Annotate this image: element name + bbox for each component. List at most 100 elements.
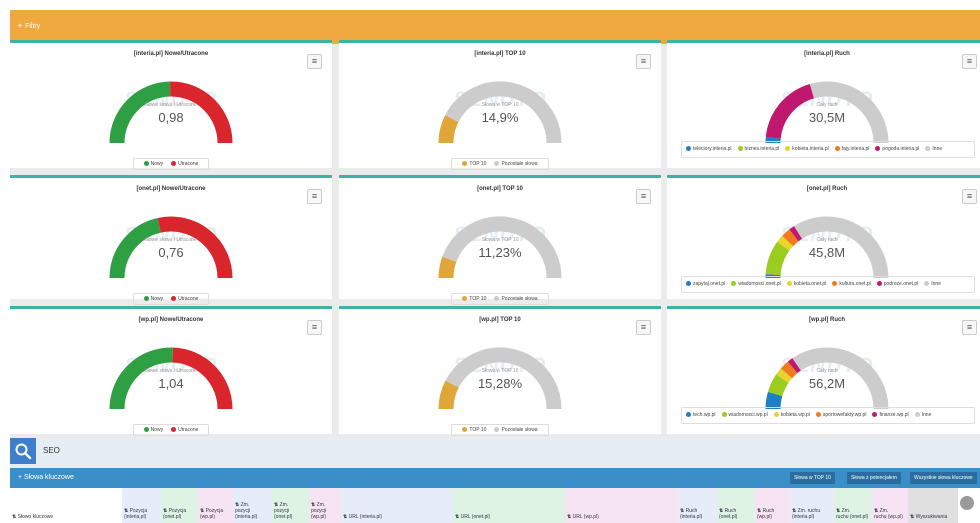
- legend-item[interactable]: TOP 10: [462, 427, 486, 433]
- legend-item[interactable]: finanse.wp.pl: [872, 411, 909, 420]
- legend-item[interactable]: kultura.onet.pl: [832, 280, 871, 289]
- legend-item[interactable]: Pozostałe słowa: [494, 161, 538, 167]
- legend-item[interactable]: biznes.interia.pl: [737, 145, 779, 154]
- gauge-label: Cały ruch: [816, 237, 838, 243]
- top10-keywords-button[interactable]: Słowa w TOP 10: [790, 472, 835, 484]
- column-header[interactable]: ⇅ Zm. pozycji (interia.pl): [233, 488, 272, 523]
- legend-dot-icon: [143, 427, 149, 433]
- legend-item[interactable]: Pozostałe słowa: [494, 296, 538, 302]
- legend-item[interactable]: Pozostałe słowa: [494, 427, 538, 433]
- legend-label: kultura.onet.pl: [839, 281, 871, 287]
- legend-item[interactable]: kobieta.wp.pl: [773, 411, 810, 420]
- legend-item[interactable]: Utracone: [171, 296, 198, 302]
- gauge-value: 0,98: [158, 110, 184, 125]
- gauge-segment[interactable]: [438, 256, 457, 279]
- legend-item[interactable]: sportowefakty.wp.pl: [815, 411, 867, 420]
- hamburger-menu-icon[interactable]: ≡: [962, 189, 977, 204]
- legend-item[interactable]: Nowy: [143, 427, 163, 433]
- column-header[interactable]: ⇅ URL (wp.pl): [565, 488, 678, 523]
- column-header-line2: (interia.pl): [680, 514, 703, 520]
- legend-item[interactable]: kobieta.onet.pl: [786, 280, 826, 289]
- column-header[interactable]: ⇅ Ruch (onet.pl): [717, 488, 755, 523]
- legend-item[interactable]: Nowy: [143, 161, 163, 167]
- legend-item[interactable]: TOP 10: [462, 161, 486, 167]
- column-header[interactable]: ⇅ URL (interia.pl): [341, 488, 453, 523]
- hamburger-menu-icon[interactable]: ≡: [307, 189, 322, 204]
- hamburger-menu-icon[interactable]: ≡: [962, 54, 977, 69]
- gauge-value: 45,8M: [808, 245, 846, 260]
- legend-label: wiadomosci.wp.pl: [728, 412, 768, 418]
- legend-dot-icon: [686, 281, 691, 287]
- legend-item[interactable]: pogoda.interia.pl: [875, 145, 919, 154]
- column-header-line2: ruchu (onet.pl): [836, 514, 869, 520]
- column-header[interactable]: ⇅ Zm. ruchu (interia.pl): [790, 488, 834, 523]
- gauge-segment[interactable]: [789, 226, 803, 242]
- legend-dot-icon: [686, 146, 691, 152]
- column-header[interactable]: ⇅ Wyszukiwania: [908, 488, 958, 523]
- legend-dot-icon: [462, 427, 468, 433]
- legend-label: sportowefakty.wp.pl: [822, 412, 867, 418]
- legend-dot-icon: [785, 146, 791, 152]
- legend-dot-icon: [872, 412, 878, 418]
- column-header[interactable]: ⇅ Pozycja (interia.pl): [122, 488, 161, 523]
- legend-label: Inne: [921, 412, 932, 418]
- column-header[interactable]: ⇅ Zm. pozycji (wp.pl): [309, 488, 341, 523]
- legend-item[interactable]: fajy.interia.pl: [834, 145, 869, 154]
- card-title: [wp.pl] Nowe/Utracone: [138, 317, 204, 323]
- card-title: [interia.pl] Ruch: [804, 51, 850, 57]
- gauge-card: [interia.pl] TOP 10 ≡ SENUTO Słowa w TOP 10…: [339, 40, 661, 170]
- column-header[interactable]: ⇅ Słowo kluczowe: [10, 488, 122, 523]
- column-header[interactable]: ⇅ Pozycja (onet.pl): [161, 488, 198, 523]
- seo-search-bar[interactable]: SEO: [10, 438, 980, 464]
- column-header[interactable]: ⇅ Zm. ruchu (wp.pl): [872, 488, 908, 523]
- legend-item[interactable]: wiadomosci.wp.pl: [721, 411, 768, 420]
- column-header[interactable]: ⇅ Pozycja (wp.pl): [198, 488, 233, 523]
- legend-dot-icon: [171, 296, 177, 302]
- legend-item[interactable]: Inne: [925, 145, 942, 154]
- keywords-header[interactable]: + Słowa kluczowe Słowa w TOP 10 Słowa z …: [10, 468, 980, 488]
- hamburger-menu-icon[interactable]: ≡: [636, 189, 651, 204]
- legend-item[interactable]: teleciory.interia.pl: [686, 145, 732, 154]
- legend-item[interactable]: zapytaj.onet.pl: [686, 280, 725, 289]
- legend-dot-icon: [171, 427, 177, 433]
- legend-item[interactable]: podroze.onet.pl: [876, 280, 918, 289]
- legend-item[interactable]: tech.wp.pl: [686, 411, 716, 420]
- user-avatar-icon[interactable]: [960, 496, 974, 510]
- potential-keywords-button[interactable]: Słowa z potencjałem: [847, 472, 901, 484]
- hamburger-menu-icon[interactable]: ≡: [636, 54, 651, 69]
- filter-bar[interactable]: + Filtry: [10, 10, 980, 44]
- legend-item[interactable]: wiadomosci.onet.pl: [731, 280, 781, 289]
- hamburger-menu-icon[interactable]: ≡: [962, 320, 977, 335]
- legend-item[interactable]: Inne: [914, 411, 932, 420]
- search-button[interactable]: [10, 438, 36, 464]
- column-header[interactable]: ⇅ Ruch (wp.pl): [755, 488, 790, 523]
- legend-item[interactable]: Utracone: [171, 427, 198, 433]
- hamburger-menu-icon[interactable]: ≡: [307, 54, 322, 69]
- all-keywords-button[interactable]: Wszystkie słowa kluczowe: [910, 472, 977, 484]
- column-header-line2: (onet.pl): [719, 514, 738, 520]
- gauge-label: Słowa w TOP 10: [481, 368, 519, 374]
- gauge-value: 11,23%: [478, 245, 522, 260]
- legend-item[interactable]: Utracone: [171, 161, 198, 167]
- column-header[interactable]: ⇅ URL (onet.pl): [453, 488, 565, 523]
- hamburger-menu-icon[interactable]: ≡: [307, 320, 322, 335]
- card-title: [wp.pl] TOP 10: [479, 317, 521, 323]
- legend-dot-icon: [494, 296, 500, 302]
- column-header-label: ⇅ Wyszukiwania: [910, 514, 956, 520]
- column-header[interactable]: ⇅ Ruch (interia.pl): [678, 488, 717, 523]
- hamburger-menu-icon[interactable]: ≡: [636, 320, 651, 335]
- gauge-segment[interactable]: [787, 358, 801, 374]
- legend-label: finanse.wp.pl: [879, 412, 909, 418]
- gauge-value: 56,2M: [808, 376, 846, 391]
- legend-item[interactable]: Inne: [924, 280, 941, 289]
- card-title: [onet.pl] TOP 10: [477, 186, 523, 192]
- legend-item[interactable]: Nowy: [143, 296, 163, 302]
- legend-item[interactable]: TOP 10: [462, 296, 486, 302]
- legend-item[interactable]: kobieta.interia.pl: [785, 145, 829, 154]
- column-header[interactable]: ⇅ Zm. ruchu (onet.pl): [834, 488, 872, 523]
- gauge-value: 1,04: [158, 376, 184, 391]
- column-header-line2: (onet.pl): [163, 514, 182, 520]
- column-header[interactable]: ⇅ Zm. pozycji (onet.pl): [272, 488, 309, 523]
- legend-dot-icon: [737, 146, 743, 152]
- chart-legend: TOP 10 Pozostałe słowa: [339, 418, 661, 436]
